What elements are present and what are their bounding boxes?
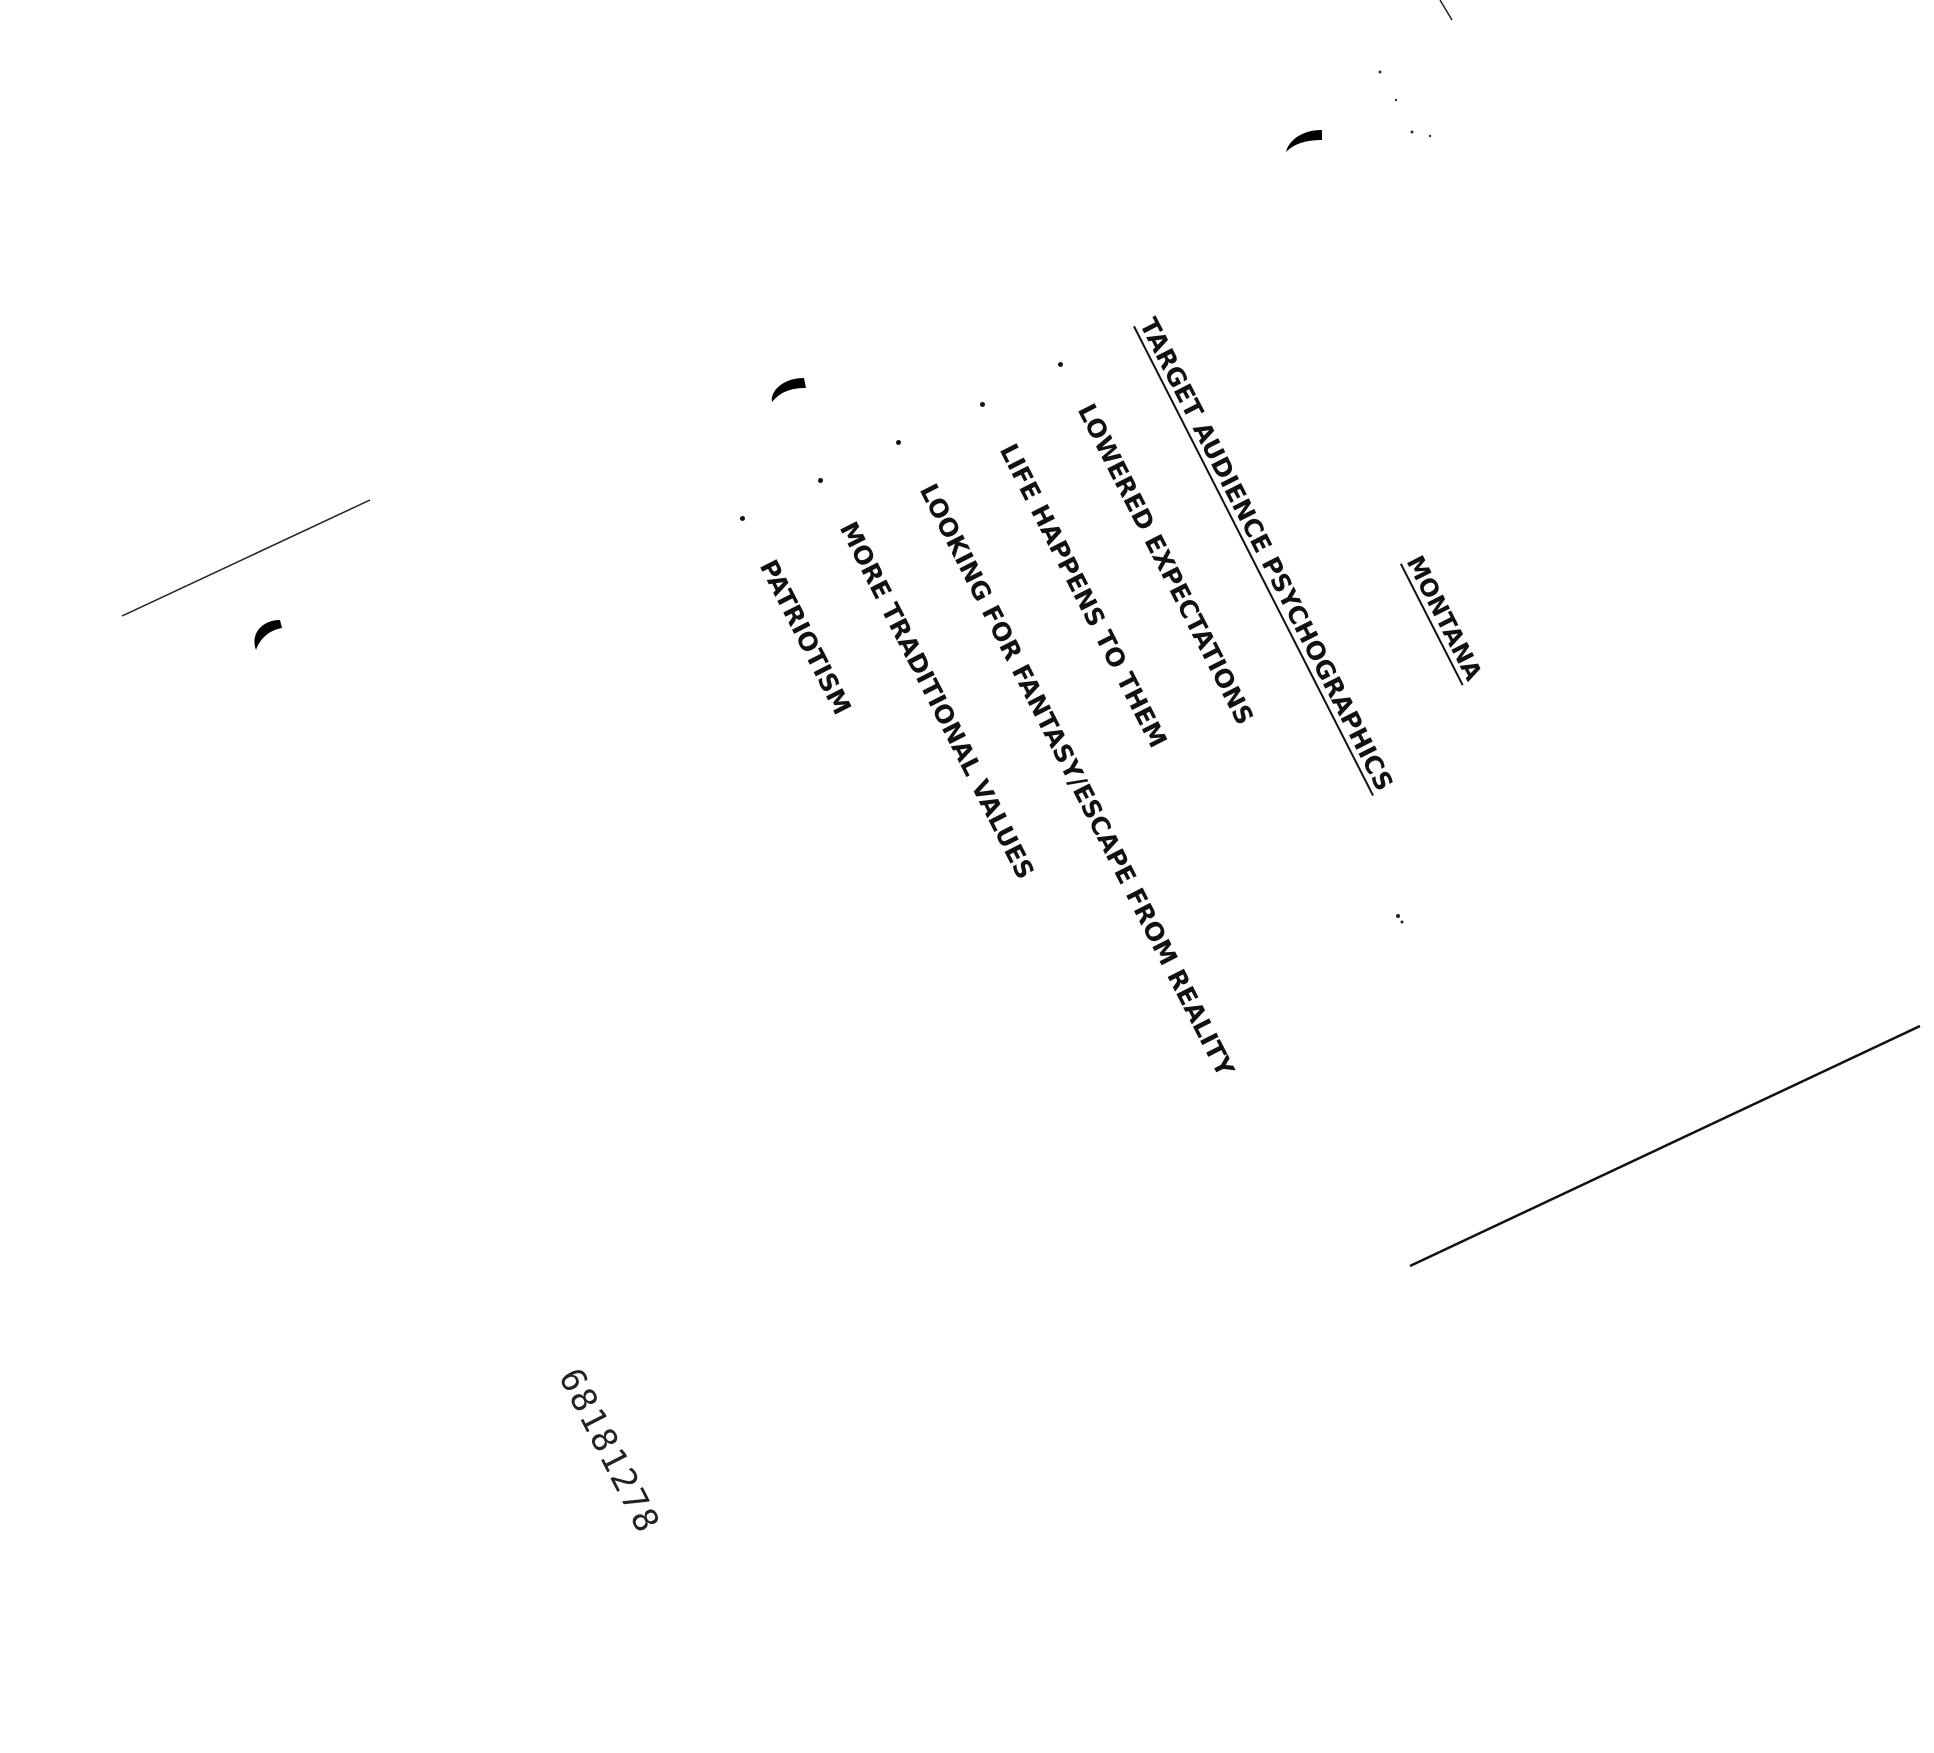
bullet-dot (980, 402, 985, 407)
scan-speck (1378, 70, 1382, 74)
hole-punch-mark (254, 620, 282, 650)
bullet-dot (740, 516, 745, 521)
bullet-dot (896, 440, 901, 445)
bullet-dot (818, 478, 823, 483)
scan-edge-line (1409, 1024, 1921, 1268)
scan-speck (1428, 134, 1432, 138)
scan-speck (1410, 130, 1414, 134)
hole-punch-mark (1286, 130, 1322, 152)
scan-speck (1400, 920, 1404, 924)
scan-edge-line (1439, 0, 1453, 21)
document-page: MONTANA TARGET AUDIENCE PSYCHOGRAPHICS L… (0, 0, 1934, 1753)
hole-punch-mark (771, 378, 806, 402)
scan-speck (1396, 914, 1400, 918)
scan-speck (1394, 98, 1398, 102)
scan-edge-line (121, 499, 371, 617)
scan-artifacts (121, 0, 1921, 1268)
bullet-dot (1058, 362, 1063, 367)
